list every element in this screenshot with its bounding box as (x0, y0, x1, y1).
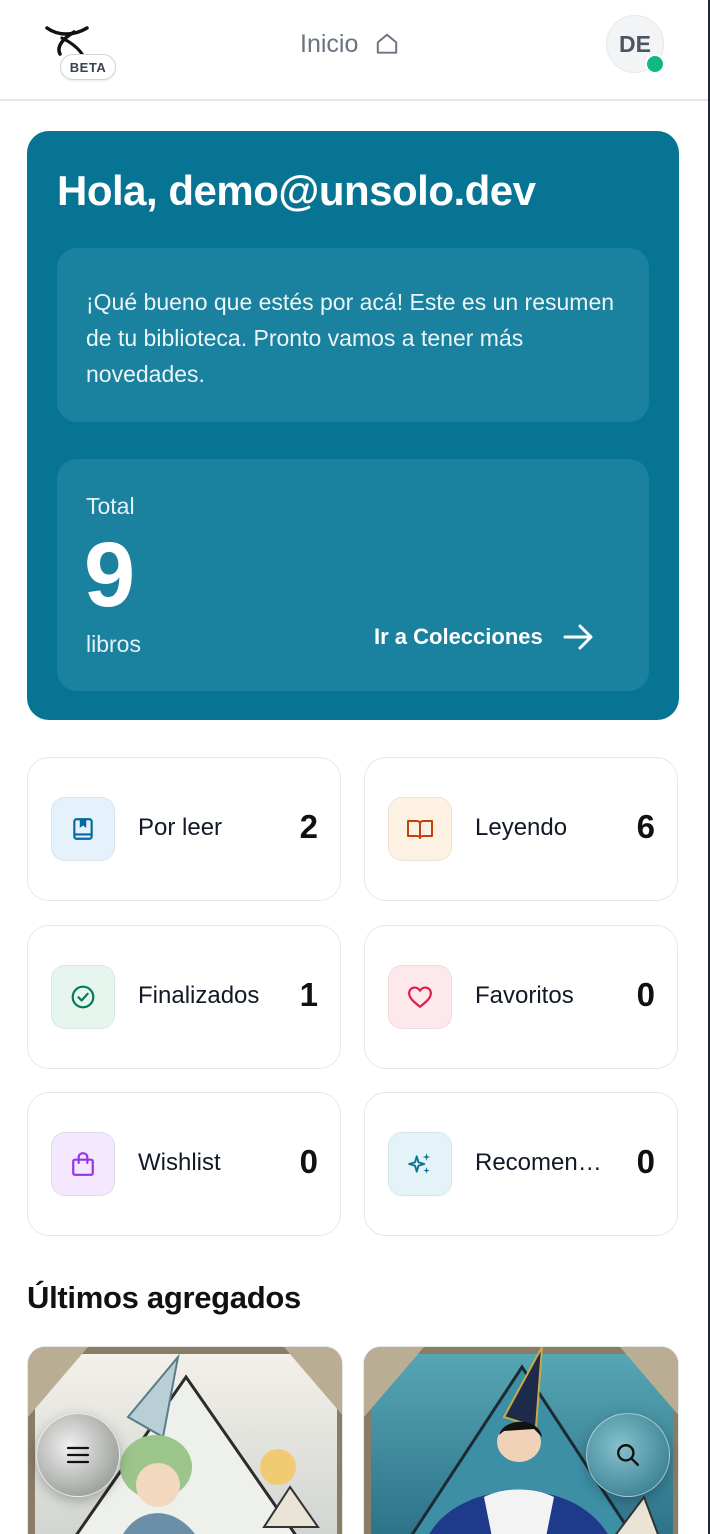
stat-card-wishlist[interactable]: Wishlist 0 (27, 1092, 341, 1236)
sparkles-icon (388, 1132, 452, 1196)
stat-count: 0 (299, 1143, 318, 1180)
arrow-right-icon (563, 624, 593, 650)
search-icon (617, 1444, 639, 1466)
stat-count: 2 (299, 808, 318, 845)
total-books-card: Total 9 libros Ir a Colecciones (57, 459, 649, 691)
home-icon (377, 33, 398, 54)
open-book-icon (388, 797, 452, 861)
page-title: Inicio (300, 26, 400, 62)
avatar-initials: DE (619, 30, 651, 57)
stat-label: Finalizados (138, 982, 260, 1009)
stat-card-favoritos[interactable]: Favoritos 0 (364, 925, 678, 1069)
page-title-label: Inicio (300, 29, 359, 58)
stat-card-finalizados[interactable]: Finalizados 1 (27, 925, 341, 1069)
stat-label: Por leer (138, 814, 223, 841)
intro-message: ¡Qué bueno que estés por acá! Este es un… (57, 248, 649, 422)
stat-label: Favoritos (475, 982, 574, 1009)
beta-badge: BETA (60, 54, 116, 80)
stat-count: 0 (636, 976, 655, 1013)
go-to-collections-label: Ir a Colecciones (374, 624, 543, 649)
stat-card-por-leer[interactable]: Por leer 2 (27, 757, 341, 901)
app-logo[interactable]: BETA (40, 20, 120, 80)
library-summary-card: Hola, demo@unsolo.dev ¡Qué bueno que est… (27, 131, 679, 720)
check-circle-icon (51, 965, 115, 1029)
recent-books-heading: Últimos agregados (27, 1280, 301, 1315)
go-to-collections-link[interactable]: Ir a Colecciones (374, 623, 595, 651)
greeting-heading: Hola, demo@unsolo.dev (57, 167, 536, 214)
total-count: 9 (84, 524, 136, 626)
stat-label: Wishlist (138, 1149, 221, 1176)
menu-icon (66, 1446, 90, 1464)
online-status-dot (645, 54, 665, 74)
stat-label: Leyendo (475, 814, 568, 841)
shopping-bag-icon (51, 1132, 115, 1196)
bookmark-icon (51, 797, 115, 861)
heart-icon (388, 965, 452, 1029)
stat-card-leyendo[interactable]: Leyendo 6 (364, 757, 678, 901)
intro-text: ¡Qué bueno que estés por acá! Este es un… (86, 289, 615, 387)
top-bar: BETA Inicio DE (0, 0, 708, 101)
search-button[interactable] (586, 1413, 670, 1497)
total-label: Total (86, 493, 135, 519)
stat-count: 0 (636, 1143, 655, 1180)
menu-button[interactable] (36, 1413, 120, 1497)
stat-count: 6 (636, 808, 655, 845)
stat-card-recomendados[interactable]: Recomendados 0 (364, 1092, 678, 1236)
total-unit: libros (86, 631, 141, 657)
logo-mark-icon (45, 26, 89, 56)
stat-count: 1 (299, 976, 318, 1013)
stat-label: Recomendados (475, 1149, 615, 1176)
